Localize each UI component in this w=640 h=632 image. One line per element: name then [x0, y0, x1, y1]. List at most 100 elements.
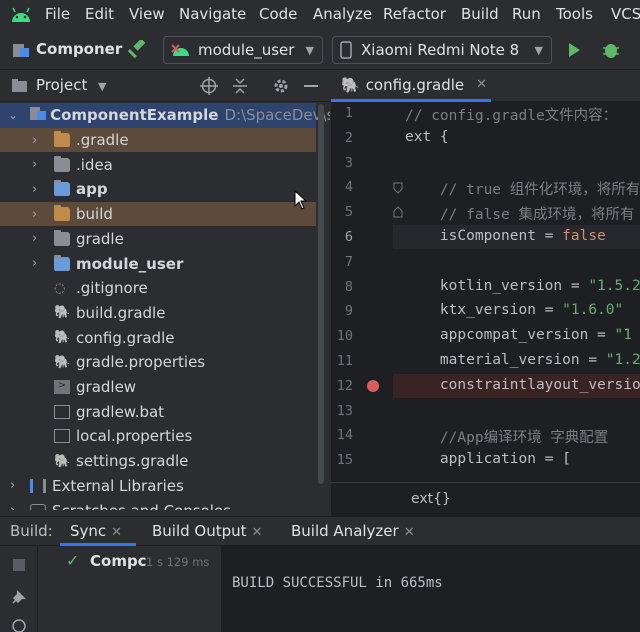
- chevron-right-icon[interactable]: ›: [32, 231, 44, 246]
- chevron-right-icon[interactable]: ›: [32, 182, 44, 197]
- tab-sync-label[interactable]: Sync ✕: [70, 522, 122, 540]
- gitignore-file-icon: ◌: [54, 280, 66, 296]
- stop-icon[interactable]: [12, 558, 26, 572]
- tree-item-build-gradle[interactable]: 🐘 build.gradle: [0, 301, 316, 326]
- chevron-right-icon[interactable]: ›: [32, 256, 44, 271]
- build-duration: 1 s 129 ms: [146, 555, 210, 569]
- hammer-build-icon[interactable]: [128, 40, 148, 60]
- tree-item-label: Scratches and Consoles: [52, 502, 231, 510]
- folder-icon: [54, 205, 70, 222]
- android-module-icon: [171, 44, 189, 56]
- breadcrumb[interactable]: ext{}: [411, 491, 451, 507]
- close-icon[interactable]: ✕: [252, 525, 263, 540]
- locate-crosshair-icon[interactable]: [200, 77, 218, 95]
- tree-item-external-libraries[interactable]: › External Libraries: [0, 474, 316, 499]
- fold-icon[interactable]: [393, 182, 403, 194]
- tree-item-gradlew-bat[interactable]: gradlew.bat: [0, 399, 316, 424]
- tree-item-scratches[interactable]: › Scratches and Consoles: [0, 498, 316, 510]
- tree-item-gradlew[interactable]: > gradlew: [0, 375, 316, 400]
- gear-icon[interactable]: [272, 77, 290, 95]
- tab-build-analyzer[interactable]: Build Analyzer ✕: [291, 522, 415, 540]
- close-icon[interactable]: ✕: [404, 525, 415, 540]
- menu-build[interactable]: Build: [461, 5, 499, 23]
- chevron-right-icon[interactable]: ›: [32, 207, 44, 222]
- menu-analyze[interactable]: Analyze: [313, 5, 372, 23]
- fold-icon[interactable]: [393, 206, 403, 218]
- close-icon[interactable]: ✕: [476, 77, 487, 92]
- gradle-elephant-icon: 🐘: [341, 75, 360, 94]
- collapse-all-icon[interactable]: [232, 77, 248, 95]
- tree-item-local-properties[interactable]: local.properties: [0, 424, 316, 449]
- breakpoint-icon[interactable]: [366, 379, 380, 393]
- code-line: kotlin_version = "1.5.2: [405, 278, 640, 294]
- menu-run[interactable]: Run: [512, 5, 541, 23]
- tree-item-gradle-cache[interactable]: › .gradle: [0, 127, 316, 153]
- code-line: // true 组件化环境，将所有: [405, 182, 640, 198]
- device-select[interactable]: Xiaomi Redmi Note 8 ▼: [332, 36, 552, 64]
- build-output-console[interactable]: BUILD SUCCESSFUL in 665ms: [222, 546, 640, 632]
- folder-icon: [54, 155, 70, 172]
- chevron-right-icon[interactable]: ›: [32, 157, 44, 172]
- build-tree-item[interactable]: Compc: [90, 552, 147, 570]
- tree-item-app[interactable]: › app: [0, 177, 316, 202]
- tree-item-label: gradle: [76, 229, 124, 248]
- tree-item-build[interactable]: › build: [0, 201, 316, 227]
- tree-item-label: build.gradle: [76, 303, 166, 322]
- line-number: 12: [336, 378, 353, 394]
- menu-refactor[interactable]: Refactor: [383, 5, 446, 23]
- tree-item-label: build: [76, 205, 113, 224]
- filter-icon[interactable]: [11, 618, 27, 632]
- run-config-select[interactable]: module_user ▼: [163, 36, 323, 64]
- tree-scrollbar[interactable]: [318, 104, 324, 484]
- tree-item-gradle-properties[interactable]: 🐘 gradle.properties: [0, 350, 316, 375]
- tab-config-gradle[interactable]: 🐘 config.gradle ✕: [331, 70, 491, 102]
- mouse-cursor-icon: [294, 190, 308, 210]
- chevron-right-icon[interactable]: ›: [10, 478, 22, 493]
- chevron-right-icon[interactable]: ›: [10, 503, 22, 510]
- line-number: 5: [344, 204, 353, 220]
- tab-build-output[interactable]: Build Output ✕: [152, 522, 262, 540]
- menu-navigate[interactable]: Navigate: [179, 5, 246, 23]
- tree-item-settings-gradle[interactable]: 🐘 settings.gradle: [0, 449, 316, 474]
- project-name-label[interactable]: Componer: [36, 40, 122, 58]
- shell-script-icon: >: [54, 380, 70, 395]
- tree-item-gradle[interactable]: › gradle: [0, 227, 316, 252]
- line-number: 9: [344, 303, 353, 319]
- pin-icon[interactable]: [10, 588, 28, 606]
- code-line: isComponent = false: [405, 228, 606, 244]
- line-number: 4: [344, 179, 353, 195]
- menu-code[interactable]: Code: [259, 5, 297, 23]
- tree-item-label: gradlew: [76, 378, 137, 397]
- library-icon: [30, 478, 46, 493]
- tab-label: config.gradle: [365, 75, 465, 94]
- line-number: 15: [336, 452, 353, 468]
- menu-tools[interactable]: Tools: [556, 5, 593, 23]
- chevron-down-icon[interactable]: ⌄: [8, 108, 18, 122]
- menu-vcs[interactable]: VCS: [611, 5, 640, 23]
- minimize-icon[interactable]: [304, 84, 318, 88]
- tree-item-module-user[interactable]: › module_user: [0, 251, 316, 276]
- debug-icon[interactable]: [600, 40, 622, 60]
- line-number: 2: [344, 130, 353, 146]
- menu-edit[interactable]: Edit: [85, 5, 114, 23]
- chevron-right-icon[interactable]: ›: [32, 133, 44, 148]
- tree-item-config-gradle[interactable]: 🐘 config.gradle: [0, 325, 316, 350]
- tree-item-gitignore[interactable]: ◌ .gitignore: [0, 276, 316, 301]
- menu-file[interactable]: File: [45, 5, 70, 23]
- text-file-icon: [54, 404, 70, 419]
- tree-item-idea[interactable]: › .idea: [0, 152, 316, 177]
- tree-item-label: .gradle: [76, 131, 129, 150]
- menu-view[interactable]: View: [129, 5, 165, 23]
- build-side-toolbar: [0, 546, 38, 632]
- code-line: material_version = "1.2: [405, 352, 640, 368]
- module-folder-icon: [54, 254, 70, 271]
- run-icon[interactable]: [566, 42, 582, 58]
- tree-root-item[interactable]: ⌄ ComponentExample D:\SpaceDev\st: [0, 103, 330, 128]
- project-view-title[interactable]: Project: [36, 76, 87, 94]
- tree-item-label: .gitignore: [76, 279, 148, 298]
- line-number: 13: [336, 403, 353, 419]
- tree-item-label: gradle.properties: [76, 353, 206, 372]
- line-number: 11: [336, 353, 353, 369]
- close-icon[interactable]: ✕: [111, 525, 122, 540]
- chevron-down-icon[interactable]: ▼: [98, 80, 106, 93]
